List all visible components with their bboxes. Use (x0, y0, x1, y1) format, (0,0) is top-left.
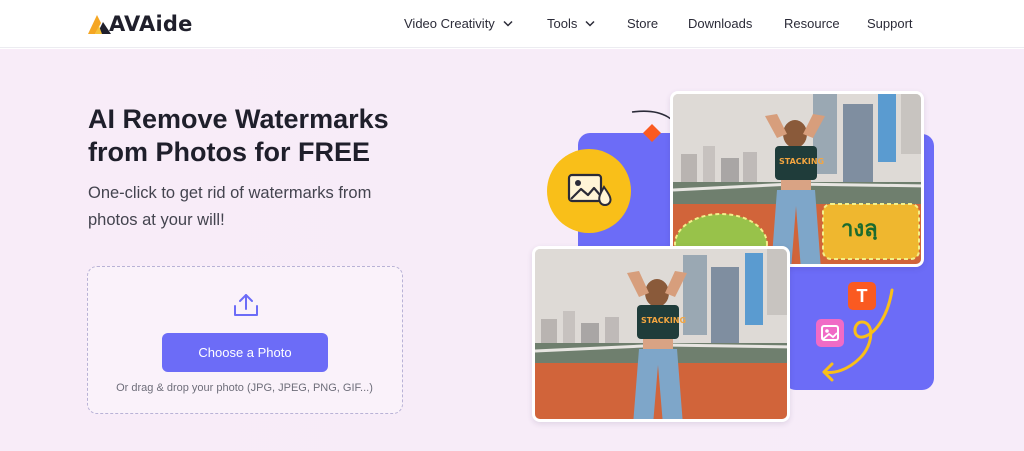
nav-tools[interactable]: Tools (547, 16, 595, 31)
nav-label: Downloads (688, 16, 753, 31)
nav-support[interactable]: Support (867, 16, 913, 31)
nav-downloads[interactable]: Downloads (688, 16, 752, 31)
upload-dropzone[interactable]: Choose a Photo Or drag & drop your photo… (87, 266, 403, 414)
diamond-icon (643, 124, 661, 142)
curly-arrow-icon (822, 288, 894, 382)
upload-icon (234, 294, 258, 316)
nav-video-creativity[interactable]: Video Creativity (404, 16, 513, 31)
nav-label: Resource (784, 16, 840, 31)
drop-hint: Or drag & drop your photo (JPG, JPEG, PN… (116, 382, 373, 394)
photo-watermark-removed: STACKING (532, 246, 790, 422)
nav-label: Tools (547, 16, 578, 31)
chevron-down-icon (503, 20, 513, 27)
site-header: AVAide Video Creativity Tools Store Down… (0, 0, 1024, 48)
nav-store[interactable]: Store (627, 16, 658, 31)
choose-photo-button[interactable]: Choose a Photo (162, 333, 328, 372)
page: AVAide Video Creativity Tools Store Down… (0, 0, 1024, 451)
chevron-down-icon (585, 20, 595, 27)
svg-text:STACKING: STACKING (641, 316, 686, 325)
image-watermark-icon (567, 173, 612, 206)
nav-label: Store (627, 16, 659, 31)
image-watermark-badge (547, 149, 631, 233)
svg-text:STACKING: STACKING (779, 157, 824, 166)
page-title: AI Remove Watermarks from Photos for FRE… (88, 104, 389, 167)
brand-name: AVAide (109, 12, 193, 36)
photo-with-watermark: างลฺ STACKING (670, 91, 924, 267)
brand-logo[interactable]: AVAide (86, 11, 193, 37)
page-subtitle: One-click to get rid of watermarks from … (88, 184, 372, 229)
nav-label: Video Creativity (404, 16, 495, 31)
nav-resource[interactable]: Resource (784, 16, 840, 31)
hero-illustration: างลฺ STACKING STACKING T (530, 90, 940, 425)
svg-text:างลฺ: างลฺ (841, 217, 878, 242)
nav-label: Support (867, 16, 913, 31)
